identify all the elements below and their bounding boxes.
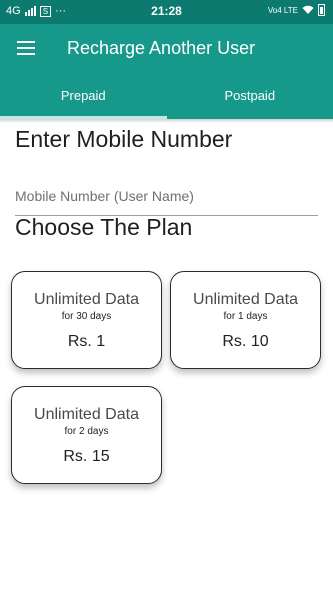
tab-postpaid[interactable]: Postpaid [167, 74, 333, 119]
wifi-icon [302, 5, 314, 14]
plan-title: Unlimited Data [193, 291, 298, 308]
plan-duration: for 30 days [61, 311, 112, 322]
status-bar: 4G S ··· 21:28 Vo4 LTE [0, 0, 333, 24]
plan-title: Unlimited Data [34, 406, 139, 423]
plan-duration: for 1 days [223, 311, 268, 322]
mobile-number-heading: Enter Mobile Number [15, 126, 233, 152]
plan-price: Rs. 10 [222, 333, 269, 350]
plan-card-2-days[interactable]: Unlimited Data for 2 days Rs. 15 [11, 386, 162, 484]
plan-card-1-days[interactable]: Unlimited Data for 1 days Rs. 10 [170, 271, 321, 369]
hamburger-menu-icon[interactable] [17, 41, 35, 55]
volte-badge: Vo4 LTE [267, 5, 298, 15]
plan-card-30-days[interactable]: Unlimited Data for 30 days Rs. 1 [11, 271, 162, 369]
tab-prepaid[interactable]: Prepaid [0, 74, 167, 119]
app-bar: Recharge Another User [0, 24, 333, 74]
plan-price: Rs. 15 [63, 448, 110, 465]
mobile-number-input[interactable] [15, 176, 318, 216]
page-title: Recharge Another User [67, 38, 256, 58]
tab-bar: Prepaid Postpaid [0, 74, 333, 119]
tab-bar-shadow [0, 119, 333, 123]
plan-duration: for 2 days [64, 426, 109, 437]
plan-price: Rs. 1 [67, 333, 106, 350]
plan-title: Unlimited Data [34, 291, 139, 308]
status-right-group: Vo4 LTE [268, 4, 325, 16]
choose-plan-heading: Choose The Plan [15, 214, 193, 240]
battery-icon [318, 4, 325, 16]
